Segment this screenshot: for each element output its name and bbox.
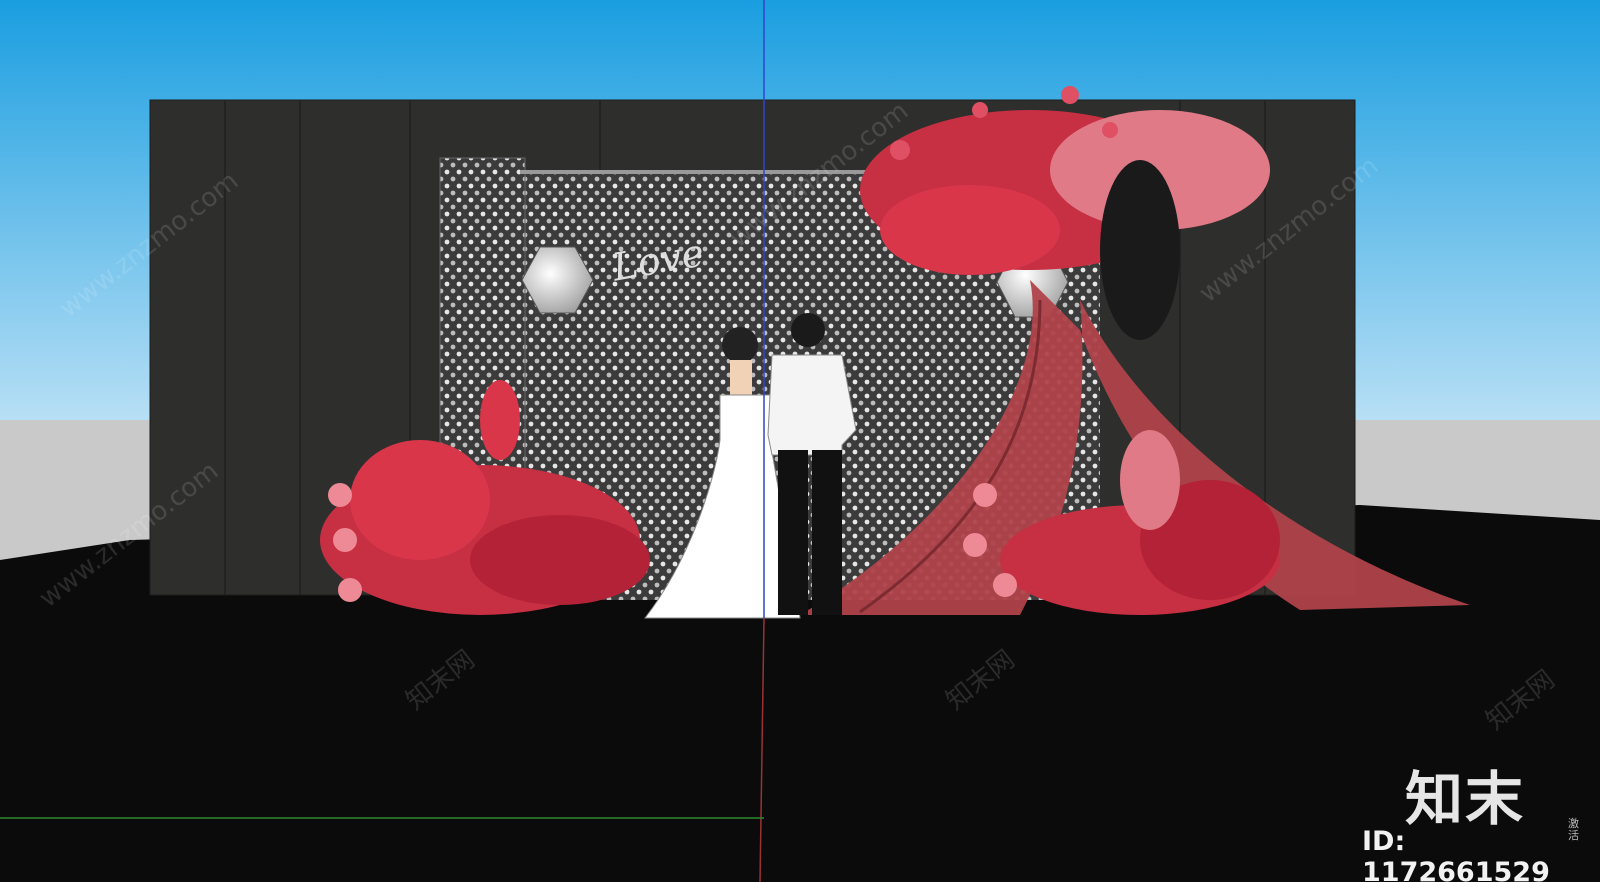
asset-id-label: ID: 1172661529	[1362, 826, 1550, 882]
wedding-stage-scene	[0, 0, 1600, 882]
model-viewport[interactable]: Love www.znzmo.com www.znzmo.com www.znz…	[0, 0, 1600, 882]
activation-note: 激活	[1568, 817, 1579, 842]
brand-logo: 知末	[1405, 765, 1526, 833]
